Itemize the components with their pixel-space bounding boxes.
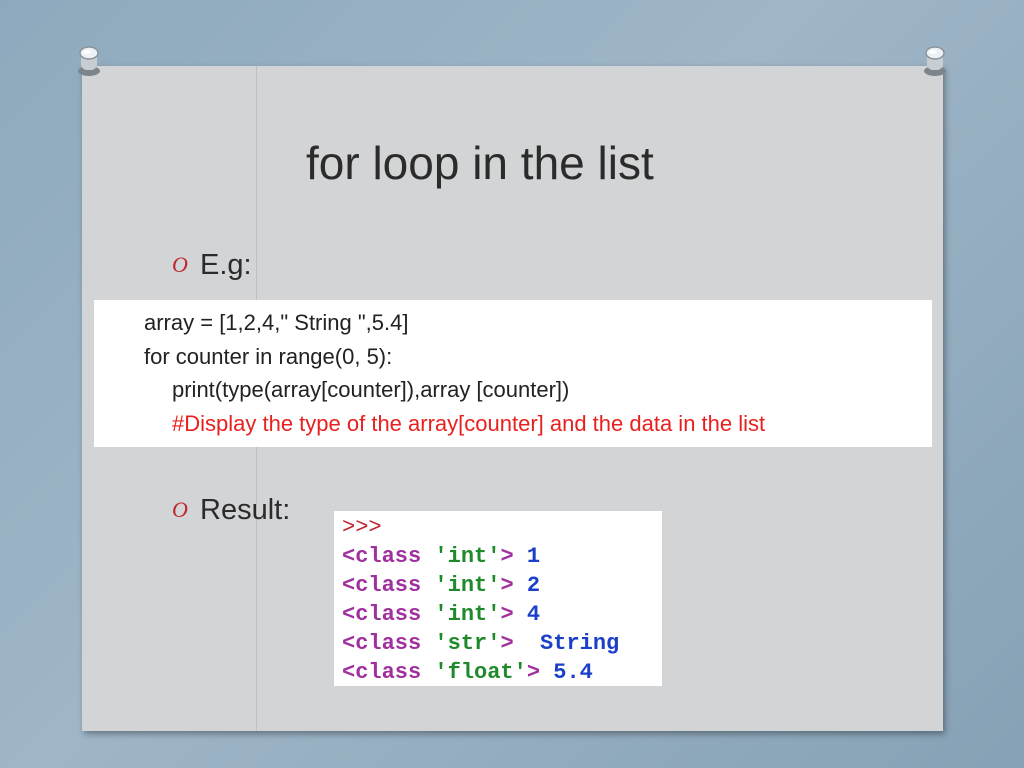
bullet-marker: O	[172, 252, 188, 277]
code-line: for counter in range(0, 5):	[144, 344, 393, 369]
output-row: <class 'str'> String	[342, 630, 619, 658]
result-output-image: >>> <class 'int'> 1 <class 'int'> 2 <cla…	[334, 511, 662, 686]
code-comment-line: #Display the type of the array[counter] …	[172, 411, 766, 436]
output-value: 1	[526, 544, 541, 569]
output-class: <class	[342, 573, 435, 598]
output-class: <class	[342, 660, 435, 685]
output-class: <class	[342, 631, 435, 656]
output-close: >	[500, 602, 527, 627]
output-type: 'int'	[434, 544, 501, 569]
code-line: array = [1,2,4," String ",5.4]	[144, 310, 409, 335]
output-row: <class 'int'> 4	[342, 601, 540, 629]
output-class: <class	[342, 544, 435, 569]
output-row: <class 'float'> 5.4	[342, 659, 593, 687]
output-value: 5.4	[553, 660, 593, 685]
output-value: 2	[526, 573, 541, 598]
code-block: array = [1,2,4," String ",5.4] for count…	[94, 300, 932, 447]
bullet-label: E.g:	[200, 248, 252, 281]
output-type: 'int'	[434, 602, 501, 627]
code-line: print(type(array[counter]),array [counte…	[172, 377, 570, 402]
slide-title: for loop in the list	[306, 137, 654, 189]
output-row: <class 'int'> 1	[342, 543, 540, 571]
output-value: String	[540, 631, 620, 656]
output-row: <class 'int'> 2	[342, 572, 540, 600]
bullet-label: Result:	[200, 493, 291, 526]
output-type: 'str'	[434, 631, 501, 656]
bullet-example: O E.g:	[172, 245, 252, 285]
output-type: 'int'	[434, 573, 501, 598]
output-close: >	[500, 544, 527, 569]
output-class: <class	[342, 602, 435, 627]
output-close: >	[500, 573, 527, 598]
output-close: >	[526, 660, 554, 685]
pushpin-icon	[924, 46, 946, 76]
shell-prompt: >>>	[342, 515, 382, 540]
bullet-result: O Result:	[172, 490, 290, 530]
output-close: >	[500, 631, 541, 656]
bullet-marker: O	[172, 497, 188, 522]
pushpin-icon	[78, 46, 100, 76]
output-value: 4	[526, 602, 541, 627]
output-type: 'float'	[434, 660, 527, 685]
